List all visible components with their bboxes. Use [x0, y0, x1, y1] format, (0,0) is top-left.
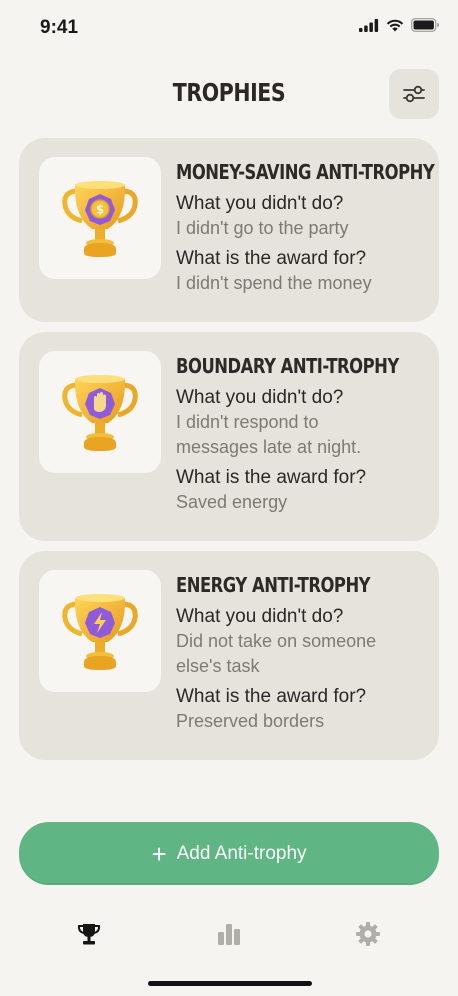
- question-label: What you didn't do?: [176, 387, 344, 408]
- tab-settings[interactable]: [348, 914, 388, 954]
- tab-stats[interactable]: [209, 914, 249, 954]
- card-title: MONEY-SAVING ANTI-TROPHY: [176, 160, 435, 184]
- svg-text:$: $: [96, 203, 104, 217]
- status-bar: 9:41: [0, 0, 458, 56]
- trophy-lightning-icon: [62, 594, 138, 670]
- add-button-label: Add Anti-trophy: [176, 842, 307, 864]
- answer-text: Saved energy: [176, 492, 288, 512]
- trophy-image: [39, 351, 161, 473]
- page-title: TROPHIES: [172, 78, 286, 107]
- home-indicator: [148, 981, 312, 986]
- answer-text: I didn't go to the party: [176, 218, 349, 238]
- trophy-card[interactable]: ENERGY ANTI-TROPHY What you didn't do? D…: [19, 551, 439, 760]
- cellular-signal-icon: [359, 18, 379, 32]
- trophy-hand-icon: [62, 375, 138, 451]
- question-label: What is the award for?: [176, 467, 367, 488]
- question-label: What you didn't do?: [176, 606, 344, 627]
- sliders-icon: [403, 85, 425, 103]
- trophy-card[interactable]: $ MONEY-SAVING ANTI-TROPHY What you didn…: [19, 138, 439, 322]
- bar-chart-icon: [218, 924, 240, 945]
- tab-bar: [0, 906, 458, 956]
- gear-icon: [356, 922, 380, 946]
- question-label: What you didn't do?: [176, 193, 344, 214]
- trophy-icon: [77, 924, 101, 945]
- answer-text: I didn't spend the money: [176, 273, 372, 293]
- question-label: What is the award for?: [176, 248, 367, 269]
- battery-icon: [411, 18, 439, 32]
- filter-button[interactable]: [389, 69, 439, 119]
- card-body: ENERGY ANTI-TROPHY What you didn't do? D…: [176, 571, 427, 734]
- header: TROPHIES: [0, 68, 458, 120]
- card-body: MONEY-SAVING ANTI-TROPHY What you didn't…: [176, 158, 435, 296]
- status-time: 9:41: [40, 17, 79, 38]
- card-title: ENERGY ANTI-TROPHY: [176, 573, 371, 597]
- tab-trophies[interactable]: [69, 914, 109, 954]
- add-anti-trophy-button[interactable]: + Add Anti-trophy: [19, 822, 439, 885]
- wifi-icon: [386, 19, 404, 31]
- question-label: What is the award for?: [176, 686, 367, 707]
- plus-icon: +: [151, 838, 167, 869]
- card-title: BOUNDARY ANTI-TROPHY: [176, 354, 399, 378]
- trophy-coin-icon: $: [62, 181, 138, 257]
- trophy-card[interactable]: BOUNDARY ANTI-TROPHY What you didn't do?…: [19, 332, 439, 541]
- trophy-image: $: [39, 157, 161, 279]
- card-body: BOUNDARY ANTI-TROPHY What you didn't do?…: [176, 352, 427, 515]
- trophy-image: [39, 570, 161, 692]
- status-icons: [359, 18, 440, 32]
- answer-text: I didn't respond to messages late at nig…: [176, 412, 362, 457]
- answer-text: Preserved borders: [176, 711, 325, 731]
- answer-text: Did not take on someone else's task: [176, 631, 377, 676]
